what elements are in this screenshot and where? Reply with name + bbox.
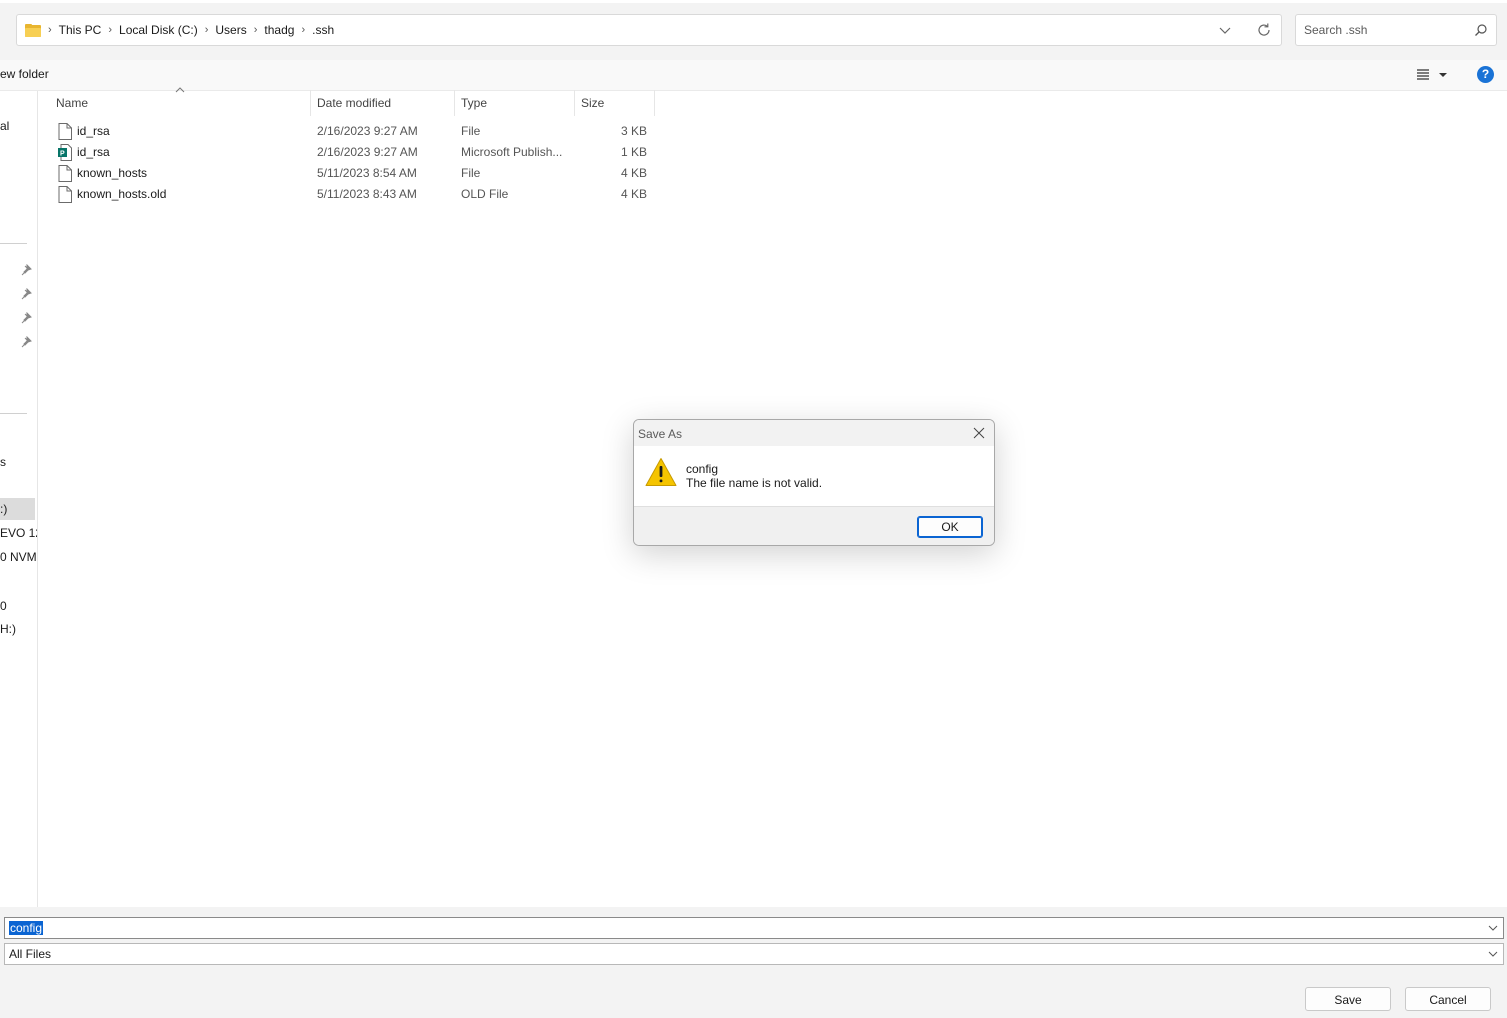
breadcrumb-local-disk[interactable]: Local Disk (C:) — [115, 23, 202, 37]
column-header-date[interactable]: Date modified — [317, 96, 391, 118]
nav-item-drive[interactable]: H:) — [0, 622, 16, 636]
file-size: 4 KB — [620, 187, 647, 201]
command-bar: ew folder ? — [0, 60, 1507, 91]
nav-divider — [0, 413, 27, 414]
file-type: File — [461, 124, 481, 138]
breadcrumb-this-pc[interactable]: This PC — [55, 23, 106, 37]
chevron-down-icon[interactable] — [1487, 922, 1499, 934]
nav-item-local-disk[interactable]: :) — [0, 502, 7, 516]
top-edge — [0, 0, 1507, 3]
file-date: 5/11/2023 8:54 AM — [317, 166, 417, 180]
ok-button[interactable]: OK — [917, 516, 983, 538]
breadcrumb-users[interactable]: Users — [211, 23, 250, 37]
dialog-titlebar[interactable]: Save As — [634, 420, 994, 446]
search-box[interactable] — [1295, 14, 1497, 46]
file-name: known_hosts.old — [77, 187, 167, 201]
nav-item-drive[interactable]: 0 NVM — [0, 550, 37, 564]
chevron-right-icon[interactable]: › — [202, 24, 212, 36]
file-icon — [58, 123, 72, 140]
file-date: 2/16/2023 9:27 AM — [317, 145, 418, 159]
dialog-title: Save As — [638, 427, 683, 441]
file-name: id_rsa — [77, 145, 110, 159]
close-icon[interactable] — [971, 425, 987, 441]
column-header-name[interactable]: Name — [56, 96, 88, 118]
pin-icon — [21, 312, 32, 324]
search-icon[interactable] — [1474, 23, 1488, 37]
file-name: id_rsa — [77, 124, 110, 138]
breadcrumb-thadg[interactable]: thadg — [260, 23, 298, 37]
breadcrumb-ssh[interactable]: .ssh — [308, 23, 338, 37]
top-bar: › This PC › Local Disk (C:) › Users › th… — [0, 0, 1507, 60]
address-bar[interactable]: › This PC › Local Disk (C:) › Users › th… — [16, 14, 1282, 46]
file-icon — [58, 165, 72, 182]
file-type: OLD File — [461, 187, 509, 201]
nav-item[interactable]: s — [0, 455, 6, 469]
column-header-type[interactable]: Type — [461, 96, 487, 118]
nav-item-drive[interactable]: EVO 12 — [0, 526, 37, 540]
cancel-button[interactable]: Cancel — [1405, 987, 1491, 1011]
pin-icon — [21, 336, 32, 348]
dialog-filename: config — [686, 462, 719, 476]
nav-divider — [0, 243, 27, 244]
help-icon[interactable]: ? — [1477, 66, 1494, 83]
search-input[interactable] — [1304, 21, 1469, 39]
column-divider[interactable] — [454, 90, 455, 116]
error-dialog: Save As config The file name is not vali… — [633, 419, 995, 546]
file-type-value: All Files — [9, 947, 52, 961]
chevron-right-icon[interactable]: › — [251, 24, 261, 36]
dialog-footer: OK — [634, 506, 994, 545]
filename-field[interactable]: config — [4, 917, 1504, 939]
file-icon — [58, 186, 72, 203]
file-size: 3 KB — [620, 124, 647, 138]
nav-item[interactable]: 0 — [0, 599, 7, 613]
save-button[interactable]: Save — [1305, 987, 1391, 1011]
publisher-icon: P — [58, 144, 72, 161]
column-header-size[interactable]: Size — [581, 96, 604, 118]
file-size: 1 KB — [620, 145, 647, 159]
chevron-down-icon[interactable] — [1217, 22, 1233, 38]
file-name: known_hosts — [77, 166, 148, 180]
file-row[interactable]: id_rsa 2/16/2023 9:27 AM File 3 KB — [56, 121, 656, 142]
new-folder-button[interactable]: ew folder — [0, 67, 49, 81]
svg-text:P: P — [60, 151, 65, 158]
file-date: 2/16/2023 9:27 AM — [317, 124, 418, 138]
column-divider[interactable] — [310, 90, 311, 116]
chevron-down-icon[interactable] — [1487, 948, 1499, 960]
file-row[interactable]: P id_rsa 2/16/2023 9:27 AM Microsoft Pub… — [56, 142, 656, 163]
file-type: Microsoft Publish... — [461, 145, 563, 159]
dialog-message: The file name is not valid. — [686, 476, 823, 490]
chevron-right-icon[interactable]: › — [105, 24, 115, 36]
file-type: File — [461, 166, 481, 180]
refresh-icon[interactable] — [1255, 21, 1273, 39]
file-row[interactable]: known_hosts 5/11/2023 8:54 AM File 4 KB — [56, 163, 656, 184]
pin-icon — [21, 288, 32, 300]
view-options-icon[interactable] — [1414, 66, 1452, 84]
dialog-body: config The file name is not valid. — [634, 446, 994, 506]
column-divider[interactable] — [574, 90, 575, 116]
folder-icon — [25, 23, 41, 37]
file-size: 4 KB — [620, 166, 647, 180]
column-divider[interactable] — [654, 90, 655, 116]
pin-icon — [21, 264, 32, 276]
chevron-right-icon[interactable]: › — [45, 24, 55, 36]
file-type-select[interactable]: All Files — [4, 943, 1504, 965]
sort-ascending-icon — [175, 87, 185, 93]
chevron-right-icon[interactable]: › — [298, 24, 308, 36]
warning-icon — [645, 458, 677, 486]
filename-value[interactable]: config — [9, 921, 44, 935]
nav-item[interactable]: al — [0, 119, 9, 133]
file-row[interactable]: known_hosts.old 5/11/2023 8:43 AM OLD Fi… — [56, 184, 656, 205]
file-date: 5/11/2023 8:43 AM — [317, 187, 417, 201]
navigation-pane: al s :) EVO 12 0 NVM 0 H:) — [0, 91, 38, 907]
breadcrumb: › This PC › Local Disk (C:) › Users › th… — [25, 15, 338, 45]
